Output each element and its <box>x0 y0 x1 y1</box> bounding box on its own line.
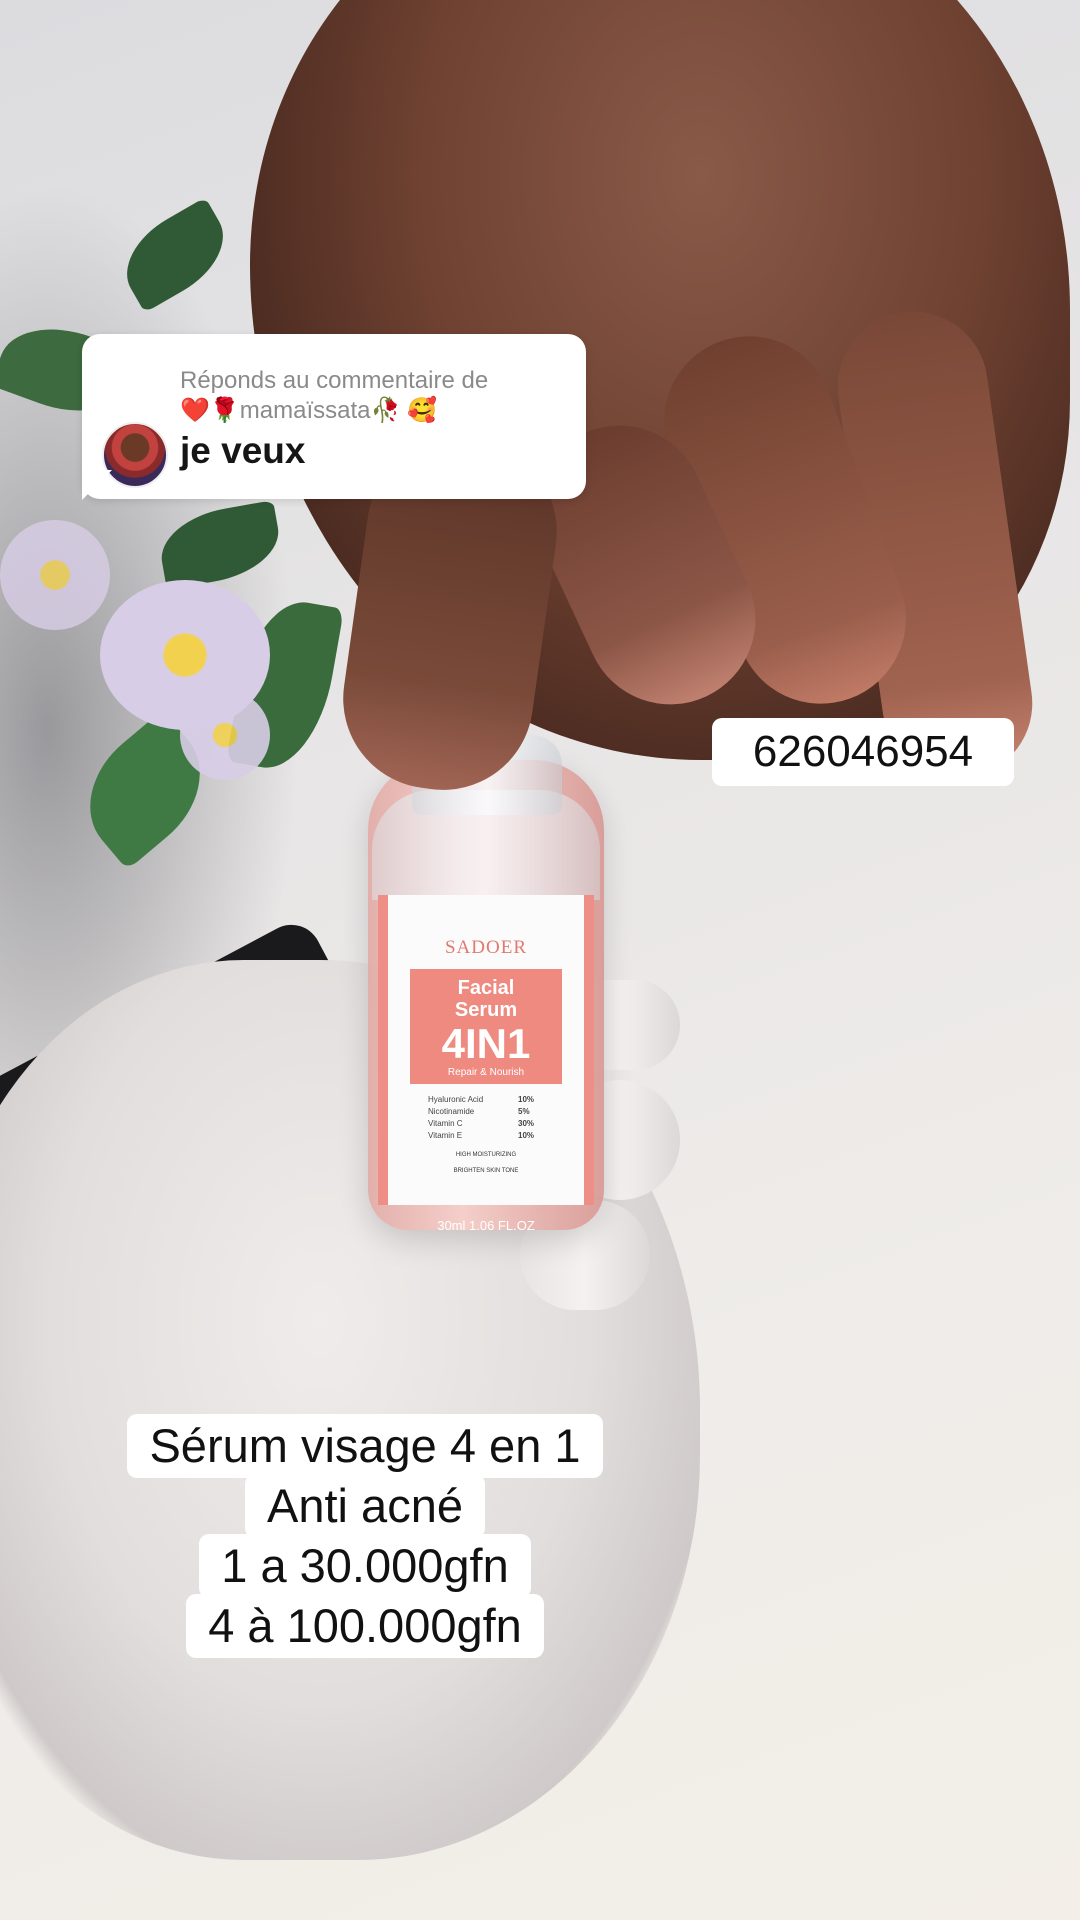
label-title-box: Facial Serum 4IN1 Repair & Nourish <box>410 969 562 1084</box>
caption-line: 1 a 30.000gfn <box>199 1534 531 1598</box>
label-claim1: HIGH MOISTURIZING <box>455 1152 517 1158</box>
reply-comment-sticker[interactable]: Réponds au commentaire de ❤️🌹mamaïssata🥀… <box>82 334 586 499</box>
label-big: 4IN1 <box>441 1020 531 1067</box>
ingredient-row: Hyaluronic Acid 10% <box>428 1095 535 1104</box>
reply-username[interactable]: ❤️🌹mamaïssata🥀 🥰 <box>180 396 580 426</box>
sticker-tail <box>82 470 112 500</box>
label-tagline: Repair & Nourish <box>447 1067 525 1078</box>
label-line2: Serum <box>454 999 518 1021</box>
caption-line: 4 à 100.000gfn <box>186 1594 544 1658</box>
phone-number-tag: 626046954 <box>712 718 1014 786</box>
label-brand: SADOER <box>444 937 527 958</box>
reply-header: Réponds au commentaire de ❤️🌹mamaïssata🥀… <box>180 366 580 426</box>
reply-header-text: Réponds au commentaire de <box>180 367 489 394</box>
bottle-label: SADOER Facial Serum 4IN1 Repair & Nouris… <box>378 895 594 1233</box>
reply-comment-text: je veux <box>180 430 306 471</box>
caption-line: Sérum visage 4 en 1 <box>127 1414 603 1478</box>
label-claim2: BRIGHTEN SKIN TONE <box>453 1168 519 1174</box>
video-caption: Sérum visage 4 en 1 Anti acné 1 a 30.000… <box>0 1414 730 1658</box>
ingredient-row: Vitamin E 10% <box>428 1131 535 1140</box>
ingredient-row: Nicotinamide 5% <box>428 1107 530 1116</box>
label-ingredients: Hyaluronic Acid 10% Nicotinamide 5% Vitami… <box>428 1094 584 1142</box>
ingredient-row: Vitamin C 30% <box>428 1119 535 1128</box>
caption-line: Anti acné <box>245 1474 485 1538</box>
label-volume: 30ml 1.06 FL.OZ <box>437 1218 535 1233</box>
label-line1: Facial <box>457 977 515 999</box>
